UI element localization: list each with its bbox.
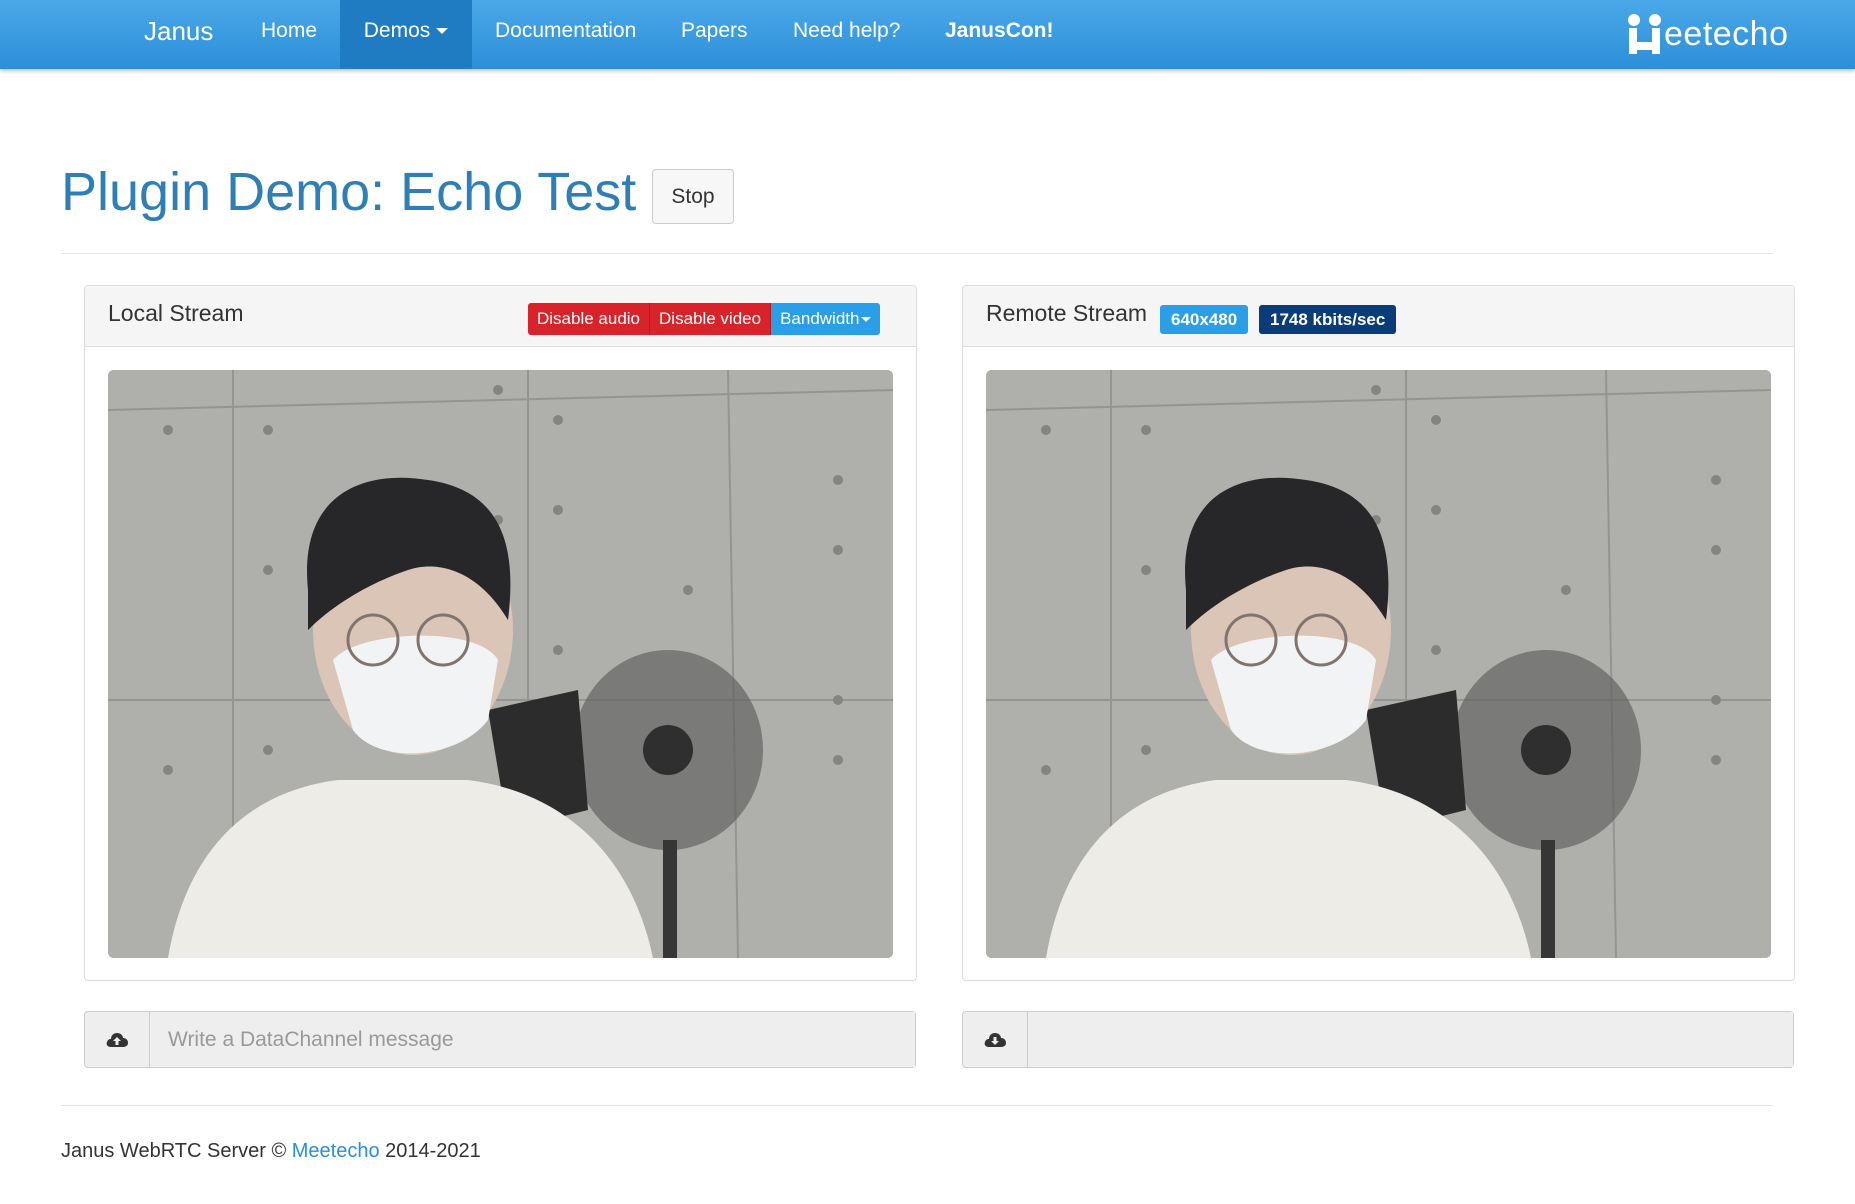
footer-suffix: 2014-2021 xyxy=(385,1140,481,1162)
nav-papers[interactable]: Papers xyxy=(658,0,771,69)
disable-video-button[interactable]: Disable video xyxy=(650,303,772,335)
cloud-download-icon xyxy=(963,1012,1028,1067)
nav-papers-label: Papers xyxy=(681,19,748,42)
nav-need-help[interactable]: Need help? xyxy=(770,0,923,69)
datachannel-send-group: Write a DataChannel message xyxy=(84,1011,916,1068)
bandwidth-label: Bandwidth xyxy=(780,309,860,328)
local-controls: Disable audio Disable video Bandwidth xyxy=(528,303,881,335)
nav-home-label: Home xyxy=(261,19,318,42)
page-title: Plugin Demo: Echo Test xyxy=(61,162,637,222)
nav-documentation[interactable]: Documentation xyxy=(472,0,659,69)
remote-video xyxy=(986,370,1771,958)
divider xyxy=(61,253,1773,254)
meetecho-logo[interactable]: eetecho xyxy=(1628,6,1789,62)
bitrate-badge: 1748 kbits/sec xyxy=(1259,305,1397,334)
nav-januscon[interactable]: JanusCon! xyxy=(922,0,1077,69)
footer-prefix: Janus WebRTC Server © xyxy=(61,1140,287,1162)
top-navbar: Janus Home Demos Documentation Papers Ne… xyxy=(0,0,1855,69)
chevron-down-icon xyxy=(436,28,449,35)
remote-stream-panel: Remote Stream 640x480 1748 kbits/sec xyxy=(962,285,1795,981)
nav-home[interactable]: Home xyxy=(238,0,340,69)
cloud-upload-icon xyxy=(85,1012,150,1067)
nav-demos-dropdown[interactable]: Demos xyxy=(340,0,472,69)
logo-text: eetecho xyxy=(1664,14,1789,53)
remote-stream-title: Remote Stream xyxy=(986,300,1148,326)
local-stream-title: Local Stream xyxy=(108,300,244,326)
remote-stream-heading: Remote Stream 640x480 1748 kbits/sec xyxy=(963,286,1794,347)
nav-demos-label: Demos xyxy=(363,19,431,42)
local-video xyxy=(108,370,893,958)
nav-documentation-label: Documentation xyxy=(495,19,637,42)
caret-down-icon xyxy=(861,317,872,323)
nav-januscon-label: JanusCon! xyxy=(945,19,1054,42)
footer-meetecho-link[interactable]: Meetecho xyxy=(292,1140,380,1162)
datachannel-received-field xyxy=(1028,1012,1793,1067)
bandwidth-dropdown-button[interactable]: Bandwidth xyxy=(771,303,881,335)
brand-link[interactable]: Janus xyxy=(144,0,213,69)
disable-audio-button[interactable]: Disable audio xyxy=(528,303,651,335)
nav-need-help-label: Need help? xyxy=(793,19,901,42)
resolution-badge: 640x480 xyxy=(1160,305,1249,334)
meetecho-logo-mark-icon xyxy=(1628,14,1662,54)
footer-divider xyxy=(61,1105,1773,1106)
datachannel-message-input[interactable]: Write a DataChannel message xyxy=(150,1012,915,1067)
local-stream-panel: Local Stream Disable audio Disable video… xyxy=(84,285,917,981)
stop-button[interactable]: Stop xyxy=(652,169,734,224)
footer: Janus WebRTC Server © Meetecho 2014-2021 xyxy=(61,1140,481,1163)
local-stream-heading: Local Stream Disable audio Disable video… xyxy=(85,286,916,347)
datachannel-receive-group xyxy=(962,1011,1794,1068)
